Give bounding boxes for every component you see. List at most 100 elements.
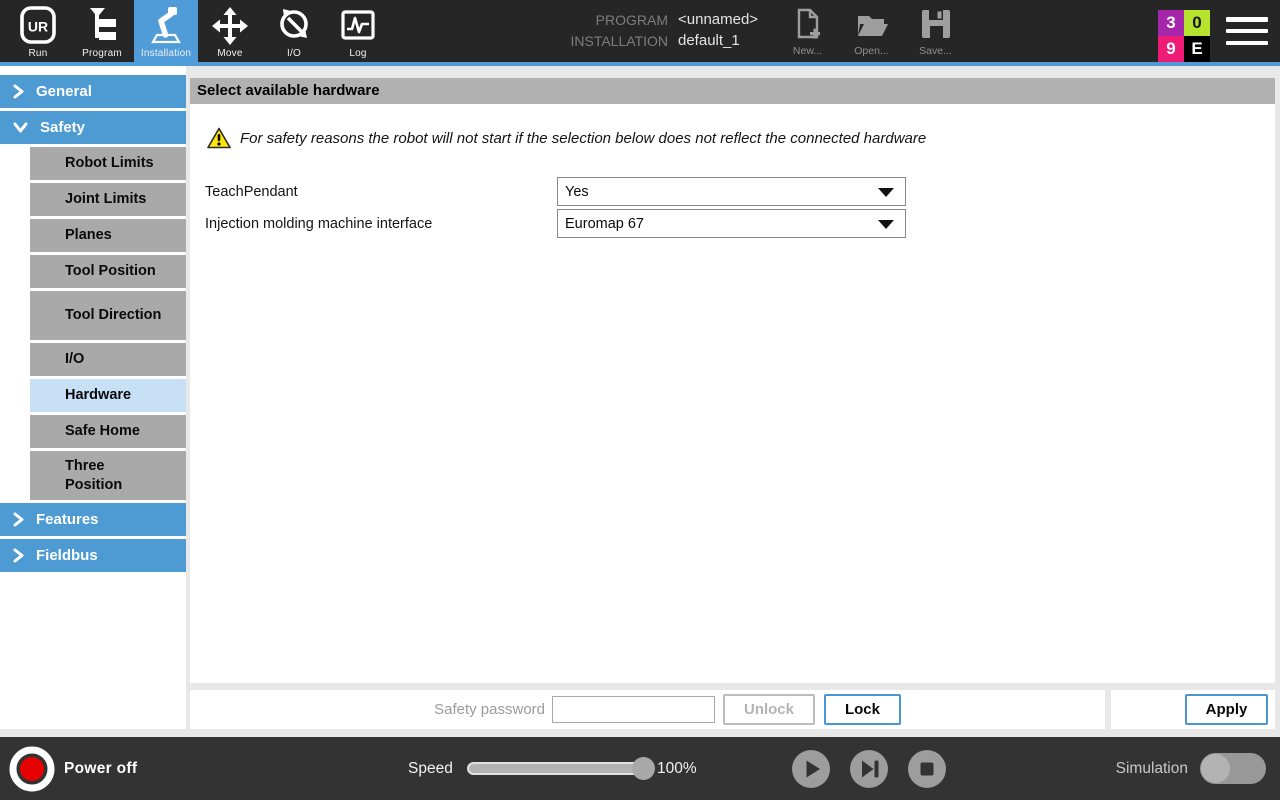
sidebar-item-label: Features [36, 511, 99, 528]
chevron-down-icon [12, 121, 29, 134]
sidebar-item-label: General [36, 83, 92, 100]
file-actions: New... Open... Save... [780, 7, 963, 57]
sidebar-item-label: Safe Home [65, 422, 140, 441]
top-header-bar: UR Run Program Installatio [0, 0, 1280, 62]
new-file-icon [793, 7, 823, 43]
tab-label: I/O [287, 48, 301, 59]
sidebar-item-label: Safety [40, 119, 85, 136]
io-circle-arrow-icon [274, 5, 314, 47]
save-button[interactable]: Save... [908, 7, 963, 57]
sidebar-item-label: Tool Position [65, 262, 156, 281]
tab-run[interactable]: UR Run [6, 0, 70, 62]
tab-installation[interactable]: Installation [134, 0, 198, 62]
injection-molding-label: Injection molding machine interface [205, 209, 432, 238]
sidebar-item-tool-position[interactable]: Tool Position [30, 255, 186, 288]
chevron-right-icon [12, 83, 25, 100]
save-floppy-icon [919, 7, 953, 43]
simulation-toggle-knob[interactable] [1201, 754, 1230, 783]
sidebar-item-features[interactable]: Features [0, 503, 186, 536]
sidebar-item-fieldbus[interactable]: Fieldbus [0, 539, 186, 572]
warning-text: For safety reasons the robot will not st… [240, 130, 926, 147]
teachpendant-selected-value: Yes [565, 184, 589, 200]
main-nav-tabs: UR Run Program Installatio [6, 0, 390, 62]
svg-text:UR: UR [28, 19, 48, 35]
sidebar-item-io[interactable]: I/O [30, 343, 186, 376]
safety-password-input[interactable] [552, 696, 715, 723]
installation-label: INSTALLATION [566, 33, 668, 49]
tab-label: Installation [141, 48, 191, 59]
sidebar-item-tool-direction[interactable]: Tool Direction [30, 291, 186, 340]
tab-label: Move [217, 48, 242, 59]
speed-slider[interactable] [467, 762, 651, 775]
file-action-label: Open... [854, 45, 888, 57]
sidebar-item-label: Fieldbus [36, 547, 98, 564]
chevron-right-icon [12, 547, 25, 564]
injection-molding-row: Injection molding machine interface Euro… [190, 209, 1275, 238]
main-content: For safety reasons the robot will not st… [190, 104, 1275, 683]
sidebar-item-label: Tool Direction [65, 306, 161, 325]
program-label: PROGRAM [566, 12, 668, 28]
tab-label: Program [82, 48, 122, 59]
simulation-label: Simulation [1100, 737, 1188, 800]
move-arrows-icon [210, 5, 250, 47]
speed-value: 100% [657, 737, 697, 800]
header-accent-line [0, 62, 1280, 66]
injection-molding-selected-value: Euromap 67 [565, 216, 644, 232]
sidebar-item-three-position[interactable]: Three Position [30, 451, 186, 500]
unlock-button[interactable]: Unlock [723, 694, 815, 725]
program-name: <unnamed> [678, 11, 758, 28]
file-action-label: Save... [919, 45, 952, 57]
tab-move[interactable]: Move [198, 0, 262, 62]
open-folder-icon [855, 7, 889, 43]
apply-button[interactable]: Apply [1185, 694, 1268, 725]
status-cell: 3 [1158, 10, 1184, 36]
polyscope-app: UR Run Program Installatio [0, 0, 1280, 800]
play-button[interactable] [792, 750, 830, 788]
sidebar-item-safety[interactable]: Safety [0, 111, 186, 144]
sidebar-item-label: Joint Limits [65, 190, 146, 209]
file-action-label: New... [793, 45, 822, 57]
power-status-button[interactable] [9, 746, 55, 792]
tab-program[interactable]: Program [70, 0, 134, 62]
sidebar-item-safe-home[interactable]: Safe Home [30, 415, 186, 448]
speed-slider-knob[interactable] [632, 757, 655, 780]
sidebar-item-joint-limits[interactable]: Joint Limits [30, 183, 186, 216]
power-red-dot-icon [20, 757, 44, 781]
hamburger-icon [1226, 29, 1268, 34]
page-title: Select available hardware [190, 78, 1275, 104]
status-cell: 9 [1158, 36, 1184, 62]
teachpendant-select[interactable]: Yes [557, 177, 906, 206]
installation-name: default_1 [678, 32, 740, 49]
safety-password-label: Safety password [415, 690, 545, 729]
injection-molding-select[interactable]: Euromap 67 [557, 209, 906, 238]
sidebar-item-planes[interactable]: Planes [30, 219, 186, 252]
tab-label: Log [349, 48, 366, 59]
status-cell: 0 [1184, 10, 1210, 36]
tab-io[interactable]: I/O [262, 0, 326, 62]
safety-warning: For safety reasons the robot will not st… [207, 127, 926, 149]
chevron-right-icon [12, 511, 25, 528]
stop-icon [921, 763, 934, 776]
program-tree-icon [82, 5, 122, 47]
teachpendant-label: TeachPendant [205, 177, 298, 206]
step-button[interactable] [850, 750, 888, 788]
open-button[interactable]: Open... [844, 7, 899, 57]
sidebar-nav: General Safety Robot Limits Joint Limits… [0, 66, 186, 729]
lock-button[interactable]: Lock [824, 694, 901, 725]
new-button[interactable]: New... [780, 7, 835, 57]
status-cell: E [1184, 36, 1210, 62]
log-pulse-icon [338, 5, 378, 47]
hamburger-icon [1226, 41, 1268, 46]
power-status-label: Power off [64, 737, 137, 800]
stop-button[interactable] [908, 750, 946, 788]
sidebar-item-hardware[interactable]: Hardware [30, 379, 186, 412]
status-grid-widget[interactable]: 3 0 9 E [1158, 10, 1210, 62]
sidebar-item-label: Hardware [65, 386, 131, 405]
sidebar-item-robot-limits[interactable]: Robot Limits [30, 147, 186, 180]
sidebar-item-label: Three Position [65, 457, 164, 495]
dropdown-caret-icon [878, 188, 894, 197]
robot-arm-icon [146, 5, 186, 47]
hamburger-menu-button[interactable] [1226, 17, 1268, 45]
tab-log[interactable]: Log [326, 0, 390, 62]
sidebar-item-general[interactable]: General [0, 75, 186, 108]
